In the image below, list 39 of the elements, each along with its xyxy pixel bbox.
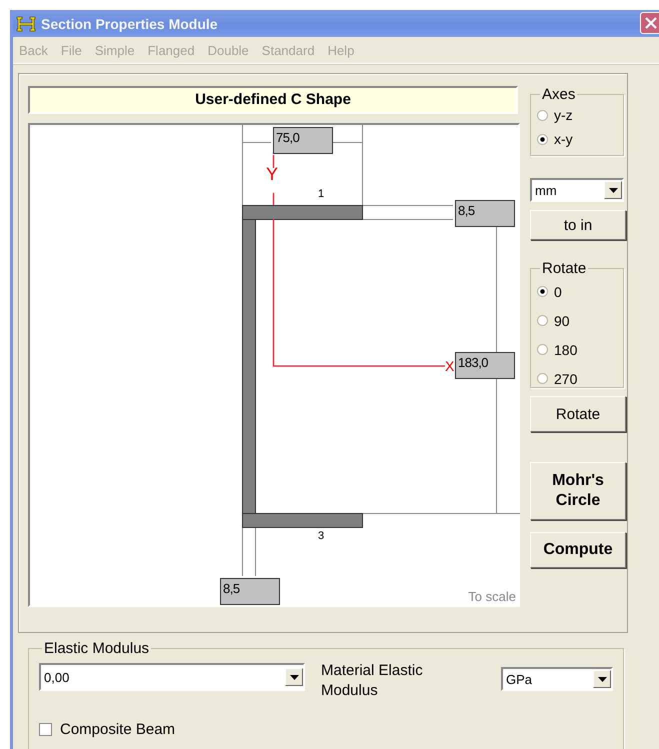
close-icon: [645, 17, 657, 29]
radio-button[interactable]: [537, 286, 548, 297]
dimension-field[interactable]: 8,5: [455, 200, 515, 227]
radio-option[interactable]: 180: [537, 335, 623, 364]
close-button[interactable]: [640, 12, 659, 34]
radio-button[interactable]: [537, 134, 548, 144]
radio-option[interactable]: x-y: [537, 127, 623, 151]
checkbox[interactable]: [39, 723, 52, 736]
axis-label: Y: [266, 165, 278, 183]
part-number: 3: [318, 530, 324, 542]
unit-dropdown[interactable]: GPa: [501, 667, 613, 691]
scale-note: To scale: [468, 589, 516, 604]
group-title: Rotate: [541, 260, 588, 277]
group-title: Axes: [541, 86, 576, 103]
field-label: Material Elastic Modulus: [321, 661, 424, 701]
window-title: Section Properties Module: [41, 16, 218, 32]
radio-button[interactable]: [537, 315, 548, 326]
radio-option[interactable]: 90: [537, 306, 623, 335]
rotate-button[interactable]: Rotate: [530, 396, 626, 432]
radio-button[interactable]: [537, 373, 548, 384]
group-title: Elastic Modulus: [43, 640, 150, 657]
h-beam-icon: [15, 14, 37, 32]
radio-option[interactable]: 270: [537, 364, 623, 393]
dimension-field[interactable]: 75,0: [273, 127, 333, 154]
dimension-field[interactable]: 8,5: [220, 578, 280, 605]
radio-option[interactable]: 0: [537, 277, 623, 306]
modulus-dropdown[interactable]: 0,00: [39, 663, 305, 691]
axis-label: X: [445, 357, 454, 375]
shape-title: User-defined C Shape: [28, 86, 518, 114]
radio-option[interactable]: y-z: [537, 103, 623, 127]
mohrs-circle-button[interactable]: Mohr's Circle: [530, 462, 626, 520]
compute-button[interactable]: Compute: [530, 532, 626, 568]
radio-button[interactable]: [537, 110, 548, 120]
dimension-field[interactable]: 183,0: [455, 352, 515, 379]
part-number: 1: [318, 188, 324, 200]
convert-button[interactable]: to in: [530, 210, 626, 240]
radio-button[interactable]: [537, 344, 548, 355]
checkbox-label: Composite Beam: [60, 721, 176, 738]
unit-dropdown[interactable]: mm: [530, 178, 624, 202]
